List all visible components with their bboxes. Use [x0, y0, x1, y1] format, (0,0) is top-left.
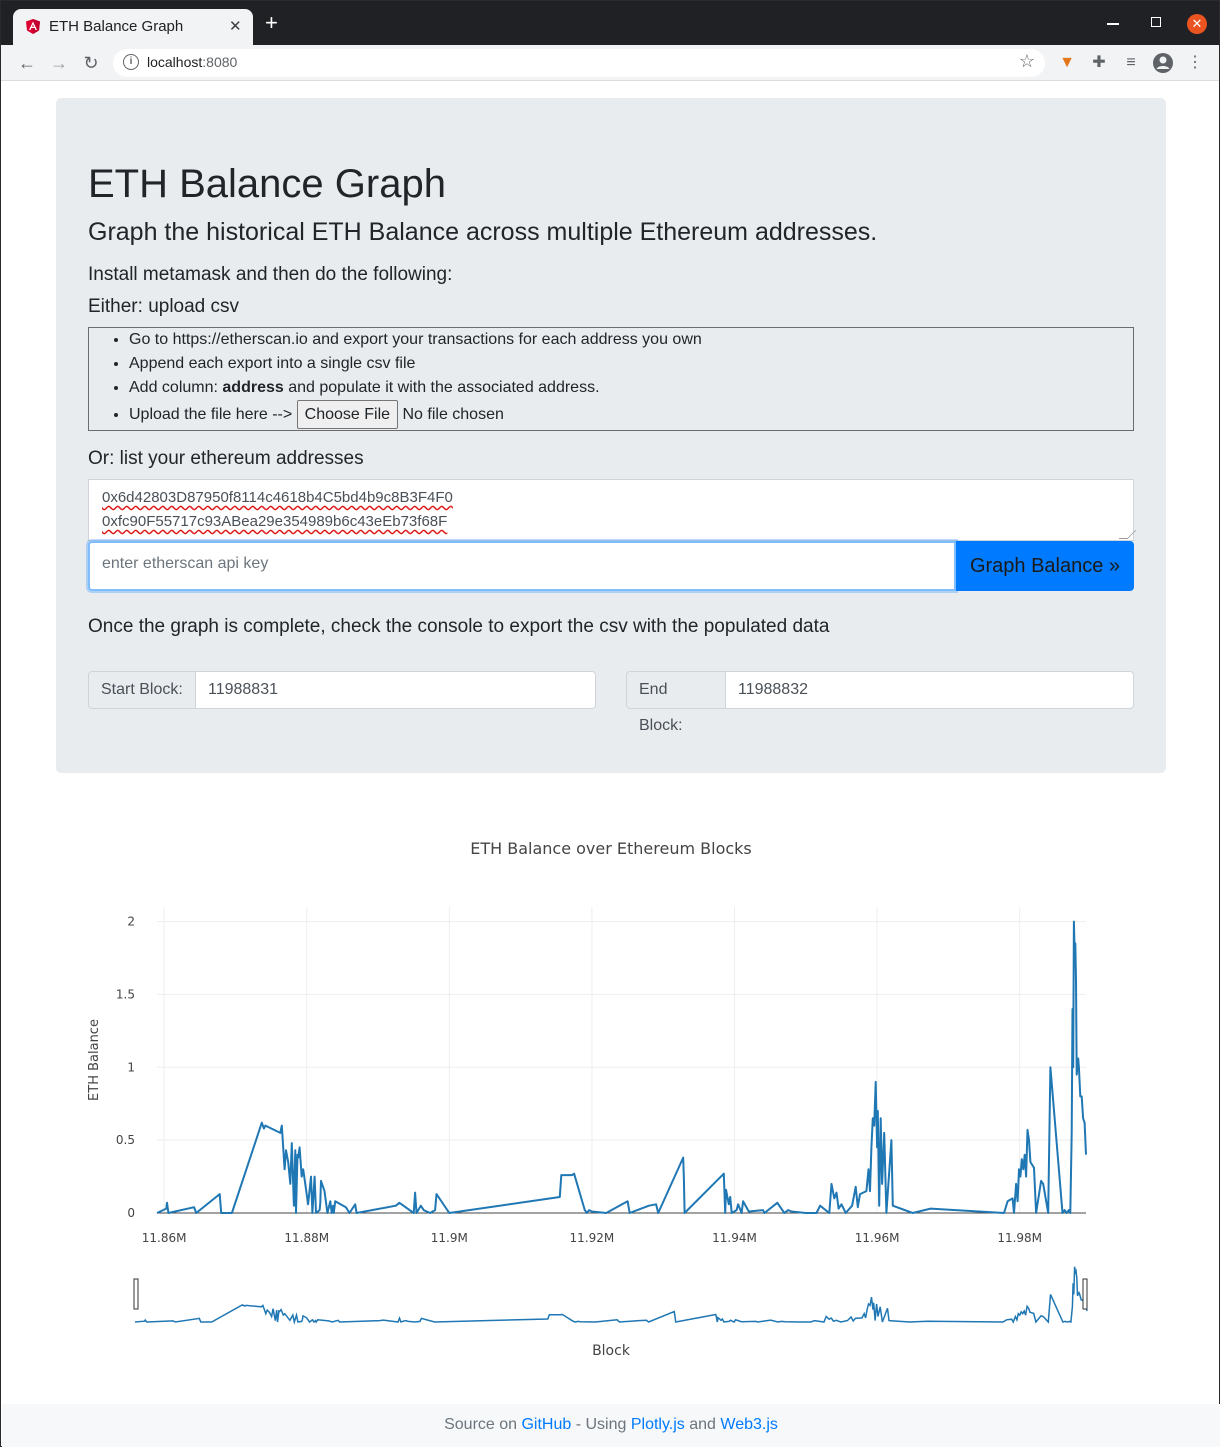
- y-tick-label: 0: [127, 1206, 135, 1220]
- media-queue-icon[interactable]: ≡: [1120, 52, 1142, 74]
- once-suffix: the csv with the populated data: [562, 616, 830, 637]
- csv-steps-list: Go to https://etherscan.io and export yo…: [89, 328, 1133, 430]
- api-key-input[interactable]: enter etherscan api key: [88, 541, 956, 591]
- site-info-icon[interactable]: i: [123, 54, 139, 70]
- export-note: Once the graph is complete, check the co…: [88, 616, 829, 638]
- browser-toolbar: ← → ↻ i localhost:8080 ☆ ▼ ✚ ≡ ⋮: [1, 45, 1219, 81]
- choose-file-button[interactable]: Choose File: [296, 400, 399, 430]
- web3-link[interactable]: Web3.js: [720, 1416, 778, 1433]
- resize-grip-icon[interactable]: [1118, 530, 1137, 539]
- extensions-puzzle-icon[interactable]: ✚: [1088, 52, 1110, 74]
- step3-prefix: Add column:: [129, 379, 223, 396]
- upload-label: Upload the file here -->: [129, 406, 293, 423]
- url-text: localhost:8080: [147, 54, 237, 70]
- page-footer: Source on GitHub - Using Plotly.js and W…: [2, 1404, 1220, 1447]
- profile-avatar-icon[interactable]: [1152, 52, 1174, 74]
- list-item: Upload the file here --> Choose File No …: [129, 400, 1133, 430]
- footer-prefix: Source on: [444, 1416, 522, 1433]
- install-instruction: Install metamask and then do the followi…: [88, 264, 452, 286]
- jumbotron-panel: ETH Balance Graph Graph the historical E…: [56, 98, 1166, 773]
- list-item: Add column: address and populate it with…: [129, 376, 1133, 400]
- url-port: :8080: [202, 54, 238, 70]
- x-tick-label: 11.94M: [712, 1231, 757, 1245]
- end-block-group: End Block: 11988832: [626, 671, 1134, 734]
- chart-svg[interactable]: ETH Balance over Ethereum Blocks11.86M 11…: [1, 801, 1220, 1381]
- angular-favicon-icon: [26, 19, 40, 34]
- plotly-link[interactable]: Plotly.js: [631, 1416, 685, 1433]
- bookmark-star-icon[interactable]: ☆: [1019, 51, 1035, 72]
- install-strong: Install metamask: [88, 264, 231, 285]
- csv-instructions-box: Go to https://etherscan.io and export yo…: [88, 327, 1134, 431]
- y-tick-label: 2: [127, 915, 135, 929]
- end-block-label: End Block:: [626, 671, 726, 734]
- once-strong: export: [509, 616, 563, 637]
- metamask-fox-icon[interactable]: ▼: [1056, 52, 1078, 74]
- x-tick-label: 11.86M: [142, 1231, 187, 1245]
- x-tick-label: 11.9M: [431, 1231, 468, 1245]
- tab-title: ETH Balance Graph: [49, 18, 184, 35]
- start-block-group: Start Block: 11988831: [88, 671, 596, 709]
- reload-icon[interactable]: ↻: [79, 51, 103, 75]
- footer-and: and: [684, 1416, 721, 1433]
- y-axis-label: ETH Balance: [87, 1019, 102, 1101]
- balance-chart[interactable]: ETH Balance over Ethereum Blocks 11.86M 11…: [1, 801, 1220, 1381]
- or-heading: Or: list your ethereum addresses: [88, 448, 364, 470]
- github-link[interactable]: GitHub: [521, 1416, 571, 1433]
- once-prefix: Once the graph is complete, check the co…: [88, 616, 510, 637]
- x-tick-label: 11.88M: [284, 1231, 329, 1245]
- window-maximize-icon[interactable]: [1151, 17, 1161, 27]
- page-title: ETH Balance Graph: [88, 162, 446, 206]
- x-axis-label: Block: [592, 1343, 631, 1359]
- either-strong: Either: [88, 296, 138, 317]
- window-close-icon[interactable]: ✕: [1187, 14, 1207, 34]
- tab-strip: ETH Balance Graph ✕ + ✕: [1, 1, 1219, 45]
- end-block-input[interactable]: 11988832: [725, 671, 1134, 709]
- window-minimize-icon[interactable]: [1107, 23, 1119, 25]
- y-tick-label: 1.5: [116, 987, 135, 1001]
- x-tick-label: 11.96M: [855, 1231, 900, 1245]
- footer-middle: - Using: [571, 1416, 631, 1433]
- either-heading: Either: upload csv: [88, 296, 239, 318]
- graph-balance-button[interactable]: Graph Balance »: [956, 541, 1134, 591]
- tab-close-icon[interactable]: ✕: [229, 17, 242, 35]
- list-item: Append each export into a single csv fil…: [129, 352, 1133, 376]
- address-line: 0x6d42803D87950f8114c4618b4C5bd4b9c8B3F4…: [102, 489, 453, 506]
- or-strong: Or: [88, 448, 110, 469]
- y-tick-label: 0.5: [116, 1133, 135, 1147]
- x-tick-label: 11.98M: [997, 1231, 1042, 1245]
- x-tick-label: 11.92M: [570, 1231, 615, 1245]
- browser-menu-icon[interactable]: ⋮: [1184, 52, 1206, 74]
- addresses-textarea[interactable]: 0x6d42803D87950f8114c4618b4C5bd4b9c8B3F4…: [88, 479, 1137, 541]
- back-arrow-icon[interactable]: ←: [15, 51, 39, 75]
- no-file-text: No file chosen: [402, 406, 504, 423]
- or-rest: : list your ethereum addresses: [109, 448, 364, 469]
- rangeslider-handle-left[interactable]: [133, 1278, 139, 1310]
- start-block-input[interactable]: 11988831: [195, 671, 596, 709]
- start-block-label: Start Block:: [88, 671, 196, 709]
- rangeslider-handle-right[interactable]: [1082, 1278, 1088, 1310]
- rangeslider-bg: [135, 1264, 1087, 1322]
- step3-strong: address: [222, 379, 284, 396]
- chart-title: ETH Balance over Ethereum Blocks: [470, 839, 752, 858]
- y-tick-label: 1: [127, 1060, 135, 1074]
- url-host: localhost: [147, 54, 203, 70]
- install-rest: and then do the following:: [230, 264, 453, 285]
- address-bar[interactable]: i localhost:8080 ☆: [113, 49, 1045, 77]
- new-tab-icon[interactable]: +: [265, 12, 278, 34]
- list-item: Go to https://etherscan.io and export yo…: [129, 328, 1133, 352]
- page-lead: Graph the historical ETH Balance across …: [88, 218, 878, 246]
- step3-suffix: and populate it with the associated addr…: [283, 379, 600, 396]
- either-rest: : upload csv: [137, 296, 240, 317]
- forward-arrow-icon[interactable]: →: [47, 51, 71, 75]
- footer-text: Source on GitHub - Using Plotly.js and W…: [444, 1416, 778, 1433]
- browser-tab[interactable]: ETH Balance Graph ✕: [13, 9, 253, 45]
- address-line: 0xfc90F55717c93ABea29e354989b6c43eEb73f6…: [102, 513, 448, 530]
- browser-window: ETH Balance Graph ✕ + ✕ ← → ↻ i localhos…: [0, 0, 1220, 1447]
